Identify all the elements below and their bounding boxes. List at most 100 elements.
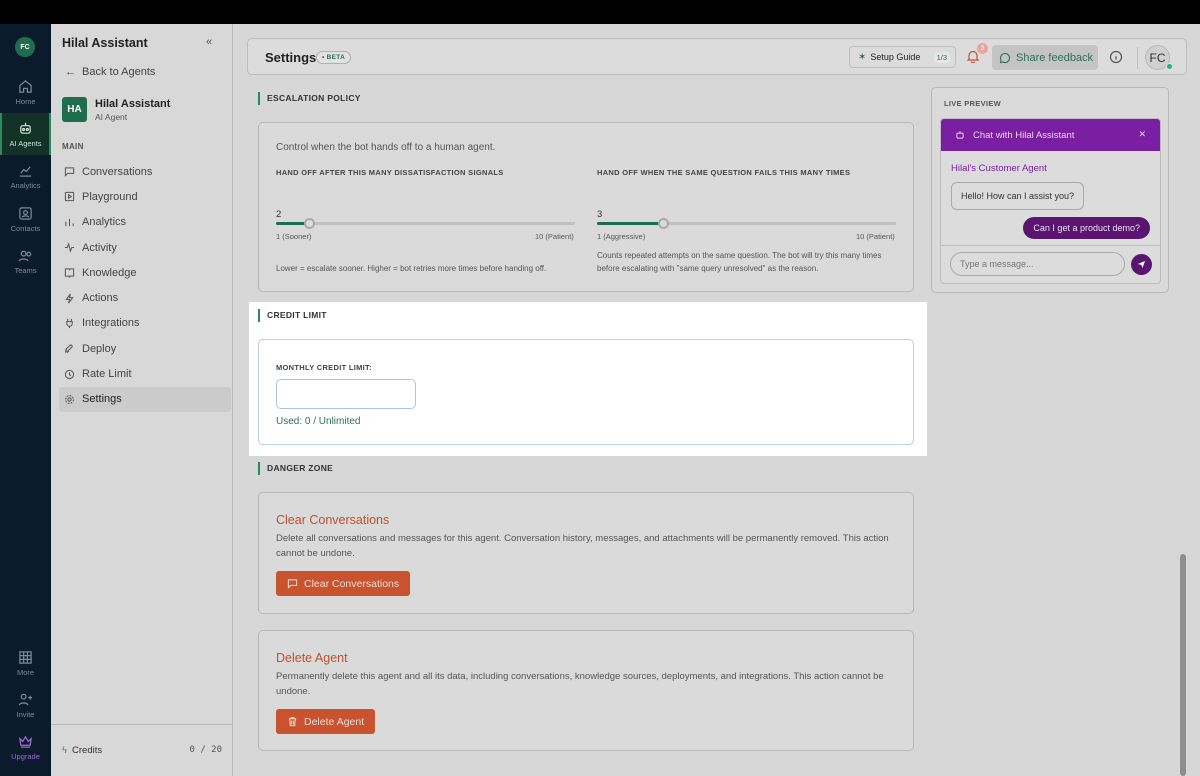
setup-guide-button[interactable]: ✶ Setup Guide 1/3 <box>849 46 956 68</box>
slider-repeat-hint: Counts repeated attempts on the same que… <box>597 251 882 273</box>
agent-type: AI Agent <box>95 111 128 122</box>
delete-agent-button[interactable]: Delete Agent <box>276 709 376 734</box>
rail-item-teams[interactable]: Teams <box>0 240 51 282</box>
bolt-icon: ϟ <box>62 745 68 756</box>
page-title: Settings <box>265 50 317 65</box>
rail-item-invite[interactable]: Invite <box>0 684 51 726</box>
monthly-credit-limit-label: MONTHLY CREDIT LIMIT: <box>276 363 372 372</box>
escalation-policy-card: Control when the bot hands off to a huma… <box>258 122 914 292</box>
rail-item-more[interactable]: More <box>0 642 51 684</box>
send-button[interactable] <box>1131 254 1152 275</box>
sidebar-item-settings[interactable]: Settings <box>59 386 231 412</box>
sidebar-item-deploy[interactable]: Deploy <box>59 336 231 361</box>
user-plus-icon <box>18 693 33 705</box>
chat-header: Chat with Hilal Assistant ✕ <box>941 119 1160 151</box>
agent-card: HA Hilal Assistant AI Agent <box>62 97 170 122</box>
clear-conversations-button[interactable]: Clear Conversations <box>276 571 411 596</box>
bot-message-bubble: Hello! How can I assist you? <box>951 182 1085 210</box>
app-rail: FC Home AI Agents Analytics Contacts Tea… <box>0 24 51 776</box>
play-icon <box>64 192 75 202</box>
share-feedback-button[interactable]: Share feedback <box>992 45 1098 70</box>
agent-avatar: HA <box>62 97 87 122</box>
message-circle-icon <box>999 52 1011 63</box>
escalation-description: Control when the bot hands off to a huma… <box>276 142 496 153</box>
sparkle-icon: ✶ <box>858 51 867 63</box>
slider-repeat-label: HAND OFF WHEN THE SAME QUESTION FAILS TH… <box>597 168 851 177</box>
chat-divider <box>941 245 1160 246</box>
back-to-agents-link[interactable]: ← Back to Agents <box>65 66 155 78</box>
slider-dissatisfaction-hint: Lower = escalate sooner. Higher = bot re… <box>276 264 547 273</box>
slider-repeat-max: 10 (Patient) <box>856 232 895 241</box>
sidebar-item-actions[interactable]: Actions <box>59 285 231 310</box>
rail-item-analytics[interactable]: Analytics <box>0 155 51 197</box>
collapse-sidebar-icon[interactable]: « <box>206 36 212 48</box>
robot-icon <box>956 131 964 139</box>
agent-sidebar: Hilal Assistant « ← Back to Agents HA Hi… <box>51 24 233 776</box>
slider-repeat-min: 1 (Aggressive) <box>597 232 646 241</box>
workspace-avatar[interactable]: FC <box>15 37 35 57</box>
sidebar-item-rate-limit[interactable]: Rate Limit <box>59 361 231 386</box>
live-preview-panel: LIVE PREVIEW Chat with Hilal Assistant ✕… <box>931 87 1169 293</box>
user-message-bubble: Can I get a product demo? <box>1023 217 1150 239</box>
send-icon <box>1137 260 1146 269</box>
clock-icon <box>64 369 75 379</box>
top-black-bar <box>0 0 1200 24</box>
clear-conversations-title: Clear Conversations <box>276 513 390 527</box>
clear-conversations-description: Delete all conversations and messages fo… <box>276 533 889 559</box>
page-header: Settings • BETA ✶ Setup Guide 1/3 3 Shar… <box>247 38 1187 75</box>
info-icon[interactable] <box>1109 50 1123 64</box>
contacts-icon <box>19 206 32 220</box>
rocket-icon <box>65 344 73 354</box>
book-icon <box>64 268 75 279</box>
sidebar-section-main: MAIN <box>62 142 84 151</box>
setup-step-count: 1/3 <box>933 51 950 63</box>
chat-bubble-icon <box>64 167 75 177</box>
bolt-icon <box>65 293 74 304</box>
danger-zone-heading: DANGER ZONE <box>258 462 333 475</box>
delete-agent-title: Delete Agent <box>276 651 348 665</box>
gear-icon <box>65 394 74 404</box>
grid-icon <box>19 650 32 664</box>
sidebar-item-analytics[interactable]: Analytics <box>59 210 231 235</box>
beta-badge: • BETA <box>316 51 352 64</box>
sidebar-item-playground[interactable]: Playground <box>59 184 231 209</box>
plug-icon <box>66 318 73 329</box>
rail-item-contacts[interactable]: Contacts <box>0 198 51 240</box>
close-icon[interactable]: ✕ <box>1138 129 1146 140</box>
chat-agent-name: Hilal's Customer Agent <box>951 163 1047 174</box>
rail-item-home[interactable]: Home <box>0 71 51 113</box>
sidebar-item-integrations[interactable]: Integrations <box>59 311 231 336</box>
online-status-dot <box>1166 63 1173 70</box>
sidebar-nav: Conversations Playground Analytics Activ… <box>59 159 231 412</box>
slider-repeat-thumb[interactable] <box>657 218 669 229</box>
crown-icon <box>19 735 32 748</box>
rail-item-upgrade[interactable]: Upgrade <box>0 726 51 768</box>
credits-bar: ϟ Credits 0 / 20 <box>51 724 233 776</box>
chat-widget: Chat with Hilal Assistant ✕ Hilal's Cust… <box>940 118 1161 284</box>
arrow-left-icon: ← <box>65 66 76 78</box>
slider-dissatisfaction-value: 2 <box>276 209 282 220</box>
chat-message-input[interactable] <box>950 252 1125 276</box>
slider-repeat-track[interactable] <box>597 222 896 225</box>
slider-dissatisfaction-min: 1 (Sooner) <box>276 232 312 241</box>
live-preview-label: LIVE PREVIEW <box>944 99 1001 108</box>
clear-conversations-card: Clear Conversations Delete all conversat… <box>258 492 914 614</box>
sidebar-item-knowledge[interactable]: Knowledge <box>59 260 231 285</box>
home-icon <box>19 79 32 93</box>
monthly-credit-limit-input[interactable] <box>276 379 416 409</box>
credit-limit-heading: CREDIT LIMIT <box>258 309 327 322</box>
agent-name: Hilal Assistant <box>95 97 171 110</box>
credits-value: 0 / 20 <box>189 745 222 755</box>
slider-dissatisfaction-track[interactable] <box>276 222 575 225</box>
rail-item-ai-agents[interactable]: AI Agents <box>0 113 51 155</box>
chart-icon <box>19 165 32 177</box>
sidebar-item-activity[interactable]: Activity <box>59 235 231 260</box>
delete-agent-description: Permanently delete this agent and all it… <box>276 671 884 697</box>
delete-agent-card: Delete Agent Permanently delete this age… <box>258 630 914 751</box>
credit-limit-card: MONTHLY CREDIT LIMIT: Used: 0 / Unlimite… <box>258 339 914 445</box>
slider-dissatisfaction-thumb[interactable] <box>303 218 315 229</box>
teams-icon <box>18 250 32 261</box>
page-scrollbar-thumb[interactable] <box>1180 554 1186 776</box>
credits-label: ϟ Credits <box>62 745 103 756</box>
sidebar-item-conversations[interactable]: Conversations <box>59 159 231 184</box>
